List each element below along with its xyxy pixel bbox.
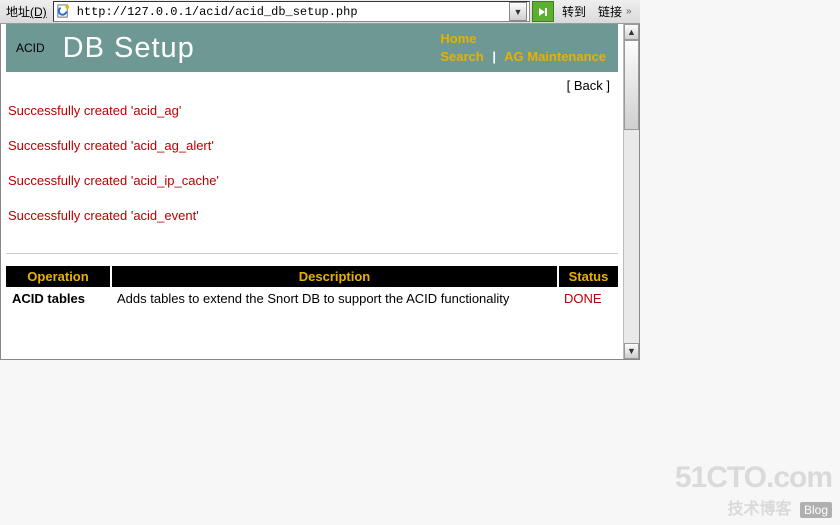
page-title: DB Setup	[63, 32, 195, 65]
col-operation: Operation	[6, 266, 111, 287]
scroll-thumb[interactable]	[624, 40, 639, 130]
cell-status: DONE	[558, 287, 618, 310]
browser-toolbar: 地址(D) ▼ 转到 链接 »	[0, 0, 640, 24]
back-row: [ Back ]	[6, 72, 618, 93]
status-message: Successfully created 'acid_ag'	[8, 103, 616, 118]
status-message: Successfully created 'acid_ag_alert'	[8, 138, 616, 153]
ie-page-icon	[56, 4, 72, 20]
address-bar[interactable]: ▼	[53, 1, 530, 22]
nav-ag-maintenance[interactable]: AG Maintenance	[504, 49, 606, 64]
operations-table: Operation Description Status ACID tables…	[6, 266, 618, 310]
watermark-tagline: 技术博客	[728, 501, 792, 518]
cell-operation: ACID tables	[6, 287, 111, 310]
go-button[interactable]	[532, 1, 554, 22]
scroll-track[interactable]	[624, 130, 639, 343]
nav-search[interactable]: Search	[440, 49, 483, 64]
brand-text: ACID	[16, 41, 45, 55]
page-header: ACID DB Setup Home Search | AG Maintenan…	[6, 24, 618, 72]
col-description: Description	[111, 266, 558, 287]
watermark: 51CTO.com 技术博客 Blog	[675, 461, 832, 519]
vertical-scrollbar[interactable]: ▲ ▼	[623, 24, 639, 359]
scroll-up-arrow[interactable]: ▲	[624, 24, 639, 40]
scroll-down-arrow[interactable]: ▼	[624, 343, 639, 359]
toolbar-overflow-icon[interactable]: »	[626, 6, 638, 17]
cell-description: Adds tables to extend the Snort DB to su…	[111, 287, 558, 310]
table-row: ACID tables Adds tables to extend the Sn…	[6, 287, 618, 310]
url-input[interactable]	[75, 4, 506, 20]
status-message: Successfully created 'acid_ip_cache'	[8, 173, 616, 188]
url-history-dropdown[interactable]: ▼	[509, 2, 527, 21]
status-message: Successfully created 'acid_event'	[8, 208, 616, 223]
watermark-badge: Blog	[800, 502, 832, 518]
watermark-brand: 51CTO.com	[675, 461, 832, 495]
page-content: ACID DB Setup Home Search | AG Maintenan…	[1, 24, 623, 359]
links-label: 链接	[594, 3, 624, 20]
go-label: 转到	[556, 3, 592, 20]
table-header-row: Operation Description Status	[6, 266, 618, 287]
nav-separator: |	[487, 49, 501, 64]
header-nav: Home Search | AG Maintenance	[440, 30, 606, 66]
browser-viewport: ACID DB Setup Home Search | AG Maintenan…	[0, 24, 640, 360]
back-link[interactable]: [ Back ]	[567, 78, 610, 93]
col-status: Status	[558, 266, 618, 287]
status-messages: Successfully created 'acid_ag' Successfu…	[6, 93, 618, 247]
divider	[6, 253, 618, 254]
nav-home[interactable]: Home	[440, 31, 476, 46]
address-label: 地址(D)	[2, 3, 51, 20]
